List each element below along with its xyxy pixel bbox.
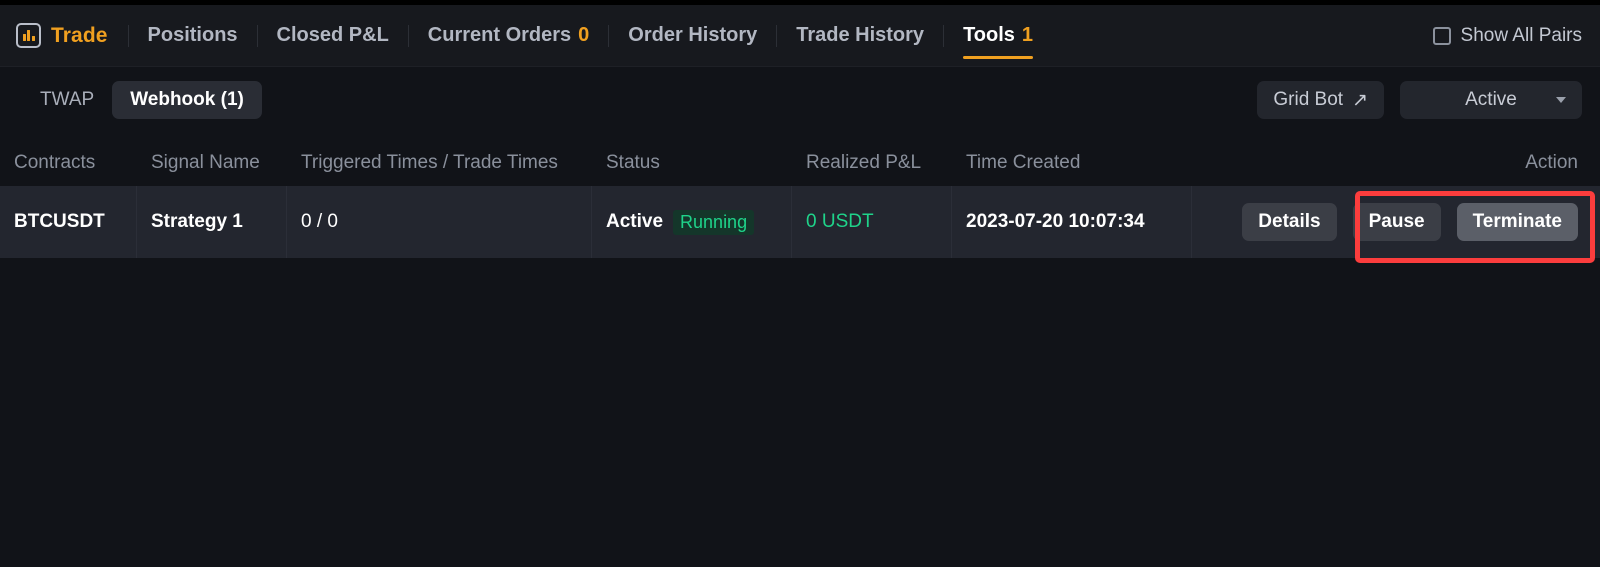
nav-item-tools[interactable]: Tools 1 — [944, 5, 1052, 66]
show-all-pairs-toggle[interactable]: Show All Pairs — [1432, 24, 1600, 47]
column-header-action: Action — [1525, 152, 1578, 173]
nav-item-label: Order History — [628, 24, 758, 46]
nav-item-order-history[interactable]: Order History — [609, 5, 776, 66]
tab-webhook-label: Webhook (1) — [130, 89, 244, 110]
terminate-button[interactable]: Terminate — [1456, 203, 1578, 241]
brand-label: Trade — [51, 23, 108, 47]
trade-tools-page: Trade Positions Closed P&L Current Order… — [0, 0, 1600, 567]
nav-item-label: Positions — [147, 24, 238, 46]
cell-contracts: BTCUSDT — [0, 186, 137, 258]
cell-action: Details Pause Terminate — [1192, 186, 1600, 258]
nav-item-trade-history[interactable]: Trade History — [777, 5, 943, 66]
column-header-status: Status — [606, 152, 660, 173]
realized-pnl-value: 0 USDT — [806, 211, 874, 232]
table-row[interactable]: BTCUSDT Strategy 1 0 / 0 Active Running … — [0, 186, 1600, 258]
external-link-arrow-icon: ↗ — [1352, 89, 1368, 111]
status-filter-select[interactable]: Active — [1400, 81, 1582, 119]
tab-webhook[interactable]: Webhook (1) — [112, 81, 262, 119]
column-header-time-created: Time Created — [966, 152, 1081, 173]
grid-bot-button[interactable]: Grid Bot ↗ — [1257, 81, 1384, 119]
chevron-down-icon — [1556, 97, 1566, 103]
nav-item-label: Current Orders — [427, 24, 572, 46]
column-header-signal-name: Signal Name — [151, 152, 260, 173]
status-text: Active — [606, 211, 664, 232]
toolbar-right-group: Grid Bot ↗ Active — [1257, 81, 1600, 119]
cell-triggered-times: 0 / 0 — [287, 186, 592, 258]
main-navigation-bar: Trade Positions Closed P&L Current Order… — [0, 5, 1600, 67]
cell-status: Active Running — [592, 186, 792, 258]
nav-item-positions[interactable]: Positions — [129, 5, 257, 66]
show-all-pairs-label: Show All Pairs — [1460, 24, 1582, 46]
bar-chart-icon — [16, 23, 41, 48]
webhook-strategies-table: Contracts Signal Name Triggered Times / … — [0, 140, 1600, 258]
brand-trade-link[interactable]: Trade — [0, 5, 128, 66]
cell-realized-pnl: 0 USDT — [792, 186, 952, 258]
tools-sub-toolbar: TWAP Webhook (1) Grid Bot ↗ Active — [0, 68, 1600, 132]
tab-twap-label: TWAP — [40, 89, 95, 110]
nav-item-count: 0 — [578, 24, 590, 46]
status-filter-value: Active — [1465, 89, 1517, 110]
column-header-triggered-times: Triggered Times / Trade Times — [301, 152, 558, 173]
nav-left-group: Trade Positions Closed P&L Current Order… — [0, 5, 1052, 66]
nav-item-label: Trade History — [796, 24, 925, 46]
column-header-realized-pnl: Realized P&L — [806, 152, 922, 173]
pause-button[interactable]: Pause — [1352, 203, 1441, 241]
details-button[interactable]: Details — [1242, 203, 1337, 241]
nav-item-closed-pnl[interactable]: Closed P&L — [258, 5, 408, 66]
status-wrapper: Active Running — [606, 209, 755, 235]
status-badge: Running — [673, 209, 755, 235]
nav-item-count: 1 — [1021, 24, 1034, 46]
tab-twap[interactable]: TWAP — [22, 81, 112, 119]
nav-item-label: Closed P&L — [276, 24, 389, 46]
show-all-pairs-checkbox[interactable] — [1432, 26, 1451, 45]
cell-time-created: 2023-07-20 10:07:34 — [952, 186, 1192, 258]
column-header-contracts: Contracts — [14, 152, 96, 173]
nav-item-current-orders[interactable]: Current Orders 0 — [409, 5, 609, 66]
grid-bot-label: Grid Bot — [1273, 89, 1344, 110]
cell-signal-name: Strategy 1 — [137, 186, 287, 258]
nav-item-label: Tools — [963, 24, 1015, 46]
action-buttons-group: Details Pause Terminate — [1242, 203, 1578, 241]
table-header-row: Contracts Signal Name Triggered Times / … — [0, 140, 1600, 186]
